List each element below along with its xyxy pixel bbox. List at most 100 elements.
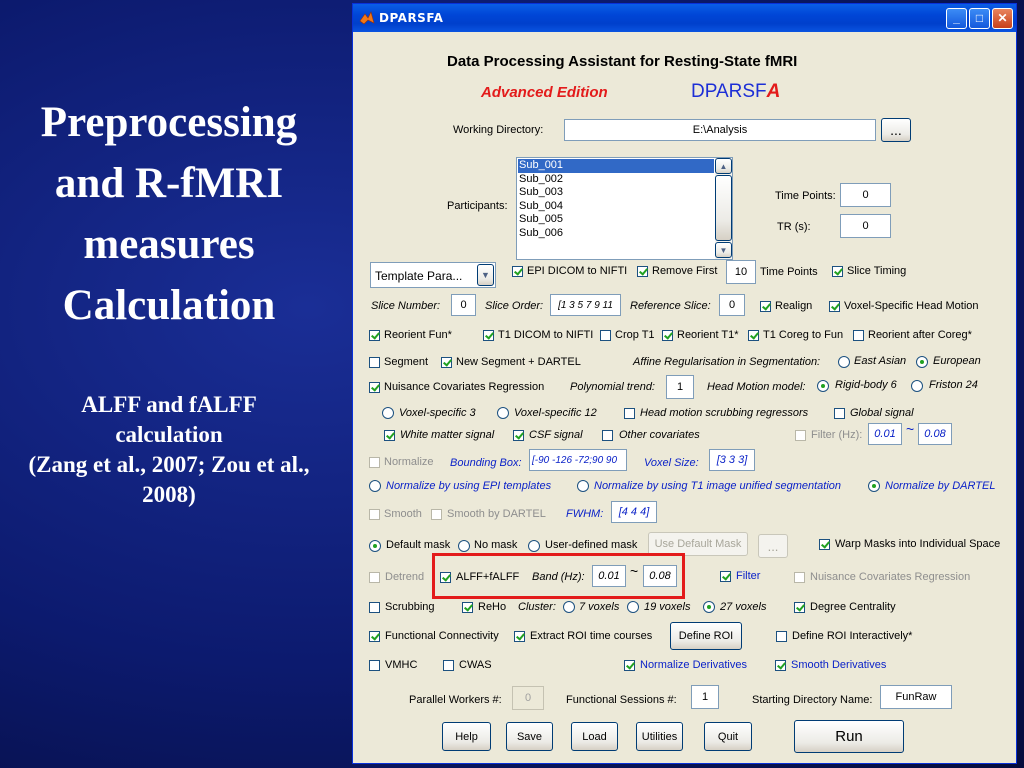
reorient-t1-checkbox[interactable] (662, 330, 673, 341)
remove-first-checkbox[interactable] (637, 266, 648, 277)
quit-button[interactable]: Quit (704, 722, 752, 751)
participant-item[interactable]: Sub_006 (518, 227, 714, 241)
user-mask-radio[interactable] (528, 540, 540, 552)
smooth-dartel-checkbox[interactable] (431, 509, 442, 520)
reorient-fun-checkbox[interactable] (369, 330, 380, 341)
voxel12-radio[interactable] (497, 407, 509, 419)
scrubbing-regressors-checkbox[interactable] (624, 408, 635, 419)
vmhc-checkbox[interactable] (369, 660, 380, 671)
csf-checkbox[interactable] (513, 430, 524, 441)
voxel-head-motion-checkbox[interactable] (829, 301, 840, 312)
title-bar[interactable]: DPARSFA _ □ ✕ (353, 4, 1016, 32)
reho-checkbox[interactable] (462, 602, 473, 613)
east-asian-radio[interactable] (838, 356, 850, 368)
detrend-checkbox[interactable] (369, 572, 380, 583)
participants-list[interactable]: Sub_001 Sub_002 Sub_003 Sub_004 Sub_005 Sub_0… (516, 157, 733, 260)
define-roi-button[interactable]: Define ROI (670, 622, 742, 650)
voxel3-radio[interactable] (382, 407, 394, 419)
friston-radio[interactable] (911, 380, 923, 392)
filter-low-field[interactable]: 0.01 (868, 423, 902, 445)
filter-checkbox[interactable] (795, 430, 806, 441)
normalize-derivatives-checkbox[interactable] (624, 660, 635, 671)
reference-slice-label: Reference Slice: (630, 300, 711, 312)
participant-item[interactable]: Sub_001 (518, 159, 714, 173)
smooth-checkbox[interactable] (369, 509, 380, 520)
template-dropdown[interactable]: Template Para... ▼ (370, 262, 496, 288)
functional-connectivity-checkbox[interactable] (369, 631, 380, 642)
participants-scrollbar[interactable]: ▲ ▼ (715, 158, 732, 259)
remove-first-field[interactable]: 10 (726, 260, 756, 284)
extract-roi-checkbox[interactable] (514, 631, 525, 642)
warp-masks-checkbox[interactable] (819, 539, 830, 550)
crop-t1-checkbox[interactable] (600, 330, 611, 341)
define-roi-interactively-checkbox[interactable] (776, 631, 787, 642)
save-button[interactable]: Save (506, 722, 553, 751)
polynomial-trend-field[interactable]: 1 (666, 375, 694, 399)
cluster-7-radio[interactable] (563, 601, 575, 613)
no-mask-radio[interactable] (458, 540, 470, 552)
cluster-27-radio[interactable] (703, 601, 715, 613)
rigid-body-radio[interactable] (817, 380, 829, 392)
segment-checkbox[interactable] (369, 357, 380, 368)
scrubbing-checkbox[interactable] (369, 602, 380, 613)
participant-item[interactable]: Sub_002 (518, 173, 714, 187)
maximize-icon[interactable]: □ (969, 8, 990, 29)
scroll-thumb[interactable] (715, 175, 732, 241)
cwas-checkbox[interactable] (443, 660, 454, 671)
starting-directory-label: Starting Directory Name: (752, 694, 873, 706)
t1-coreg-checkbox[interactable] (748, 330, 759, 341)
european-radio[interactable] (916, 356, 928, 368)
dartel-radio[interactable] (868, 480, 880, 492)
realign-checkbox[interactable] (760, 301, 771, 312)
starting-directory-field[interactable]: FunRaw (880, 685, 952, 709)
minimize-icon[interactable]: _ (946, 8, 967, 29)
parallel-workers-field[interactable]: 0 (512, 686, 544, 710)
nuisance2-checkbox[interactable] (794, 572, 805, 583)
time-points-field[interactable]: 0 (840, 183, 891, 207)
t1-unified-radio[interactable] (577, 480, 589, 492)
default-mask-radio[interactable] (369, 540, 381, 552)
scroll-up-icon[interactable]: ▲ (715, 158, 732, 174)
run-button[interactable]: Run (794, 720, 904, 753)
participant-item[interactable]: Sub_005 (518, 213, 714, 227)
epi-dicom-checkbox[interactable] (512, 266, 523, 277)
functional-sessions-field[interactable]: 1 (691, 685, 719, 709)
help-button[interactable]: Help (442, 722, 491, 751)
reference-slice-field[interactable]: 0 (719, 294, 745, 316)
scroll-down-icon[interactable]: ▼ (715, 242, 732, 258)
participant-item[interactable]: Sub_003 (518, 186, 714, 200)
white-matter-checkbox[interactable] (384, 430, 395, 441)
degree-centrality-checkbox[interactable] (794, 602, 805, 613)
cwas-label: CWAS (459, 659, 492, 671)
detrend-label: Detrend (385, 571, 425, 583)
voxel-size-field[interactable]: [3 3 3] (709, 449, 755, 471)
normalize-checkbox[interactable] (369, 457, 380, 468)
mask-browse-button[interactable]: ... (758, 534, 788, 558)
cluster-19-radio[interactable] (627, 601, 639, 613)
working-directory-field[interactable]: E:\Analysis (564, 119, 876, 141)
participant-item[interactable]: Sub_004 (518, 200, 714, 214)
utilities-button[interactable]: Utilities (636, 722, 683, 751)
t1-dicom-checkbox[interactable] (483, 330, 494, 341)
nuisance-label: Nuisance Covariates Regression (384, 381, 545, 393)
reorient-after-coreg-checkbox[interactable] (853, 330, 864, 341)
chevron-down-icon[interactable]: ▼ (477, 264, 494, 286)
epi-templates-radio[interactable] (369, 480, 381, 492)
close-icon[interactable]: ✕ (992, 8, 1013, 29)
working-directory-browse-button[interactable]: ... (881, 118, 911, 142)
slice-number-field[interactable]: 0 (451, 294, 476, 316)
load-button[interactable]: Load (571, 722, 618, 751)
global-signal-checkbox[interactable] (834, 408, 845, 419)
smooth-derivatives-checkbox[interactable] (775, 660, 786, 671)
new-segment-checkbox[interactable] (441, 357, 452, 368)
nuisance-checkbox[interactable] (369, 382, 380, 393)
tr-field[interactable]: 0 (840, 214, 891, 238)
fwhm-field[interactable]: [4 4 4] (611, 501, 657, 523)
slice-order-field[interactable]: [1 3 5 7 9 11 (550, 294, 621, 316)
filter-high-field[interactable]: 0.08 (918, 423, 952, 445)
other-covariates-checkbox[interactable] (602, 430, 613, 441)
parallel-workers-label: Parallel Workers #: (409, 694, 502, 706)
filter2-checkbox[interactable] (720, 571, 731, 582)
bounding-box-field[interactable]: [-90 -126 -72;90 90 (529, 449, 627, 471)
slice-timing-checkbox[interactable] (832, 266, 843, 277)
